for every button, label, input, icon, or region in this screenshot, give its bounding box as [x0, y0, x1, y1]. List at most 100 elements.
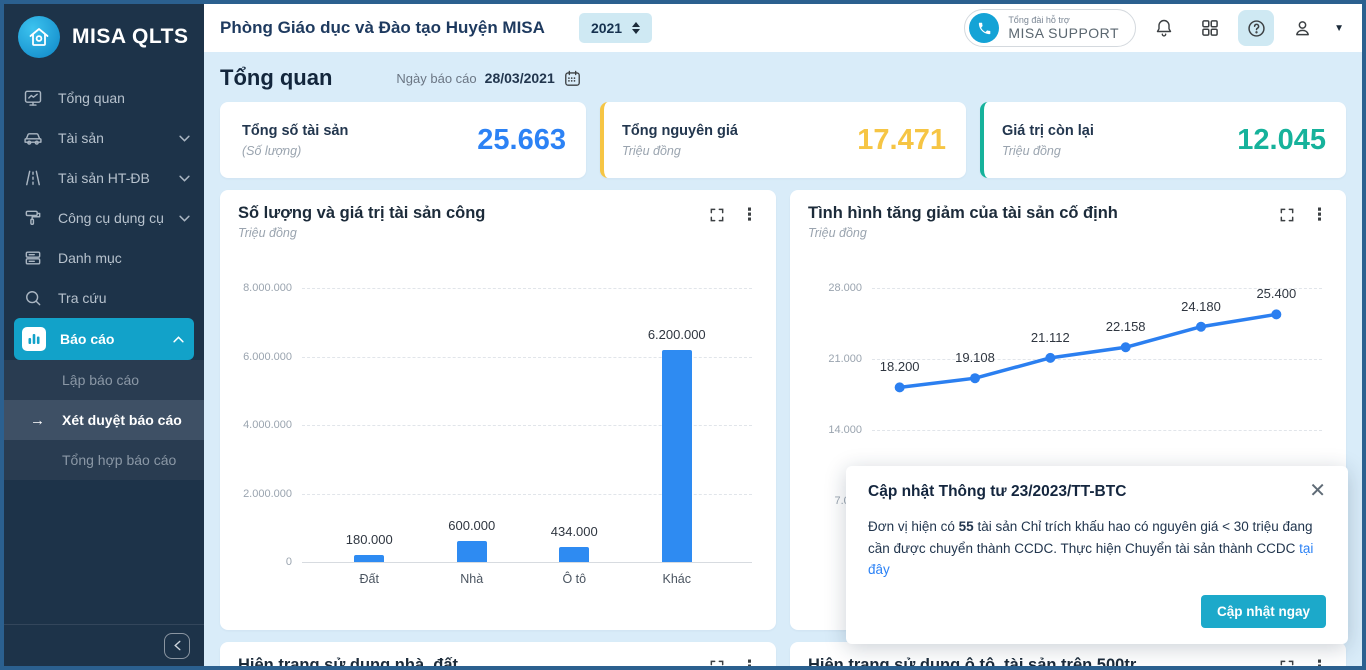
bar-value-label: 600.000 — [448, 518, 496, 534]
update-now-button[interactable]: Cập nhật ngay — [1200, 595, 1326, 628]
organization-title: Phòng Giáo dục và Đào tạo Huyện MISA — [220, 18, 545, 37]
y-axis-tick: 0 — [285, 556, 292, 568]
close-icon[interactable]: ✕ — [1301, 481, 1326, 503]
bar-Khác[interactable] — [661, 349, 692, 562]
stat-title: Tổng nguyên giá — [622, 122, 738, 139]
spinner-icon — [632, 22, 641, 34]
stat-subtitle: Triệu đồng — [622, 143, 681, 158]
stat-subtitle: Triệu đồng — [1002, 143, 1061, 158]
bar-Đất[interactable] — [354, 555, 385, 562]
chevron-up-icon — [173, 335, 184, 343]
sidebar-item-bao-cao[interactable]: Báo cáo — [14, 318, 194, 360]
help-icon[interactable] — [1238, 10, 1275, 46]
submenu-item-lap-bao-cao[interactable]: Lập báo cáo — [4, 360, 204, 400]
update-notification-popup: Cập nhật Thông tư 23/2023/TT-BTC ✕ Đơn v… — [846, 466, 1348, 644]
dashboard-content: Tổng quan Ngày báo cáo 28/03/2021 Tổng s… — [204, 52, 1362, 666]
report-date-group: Ngày báo cáo 28/03/2021 — [396, 69, 581, 88]
x-axis-tick: Đất — [359, 572, 379, 586]
x-axis-tick: Nhà — [460, 572, 484, 586]
app-logo[interactable]: MISA QLTS — [4, 4, 204, 72]
sidebar-item-tai-san-ht-db[interactable]: Tài sản HT-ĐB — [4, 158, 204, 198]
chart-title: Hiện trạng sử dụng nhà, đất — [238, 656, 459, 666]
sidebar-item-cong-cu-dung-cu[interactable]: Công cụ dụng cụ — [4, 198, 204, 238]
sidebar-item-label: Danh mục — [58, 250, 122, 266]
fullscreen-icon[interactable] — [709, 207, 725, 223]
fullscreen-icon[interactable] — [1279, 207, 1295, 223]
list-icon — [22, 248, 44, 268]
popup-asset-count: 55 — [958, 519, 974, 535]
more-options-icon[interactable]: ⋮ — [741, 658, 758, 666]
sidebar-footer — [4, 624, 204, 666]
apps-grid-icon[interactable] — [1192, 10, 1228, 46]
card-house-land-status: Hiện trạng sử dụng nhà, đất ⋮ — [220, 642, 776, 666]
point-value-label: 21.112 — [1030, 329, 1070, 345]
point-value-label: 18.200 — [879, 359, 920, 375]
submenu-item-xet-duyet-bao-cao[interactable]: → Xét duyệt báo cáo — [4, 400, 204, 440]
bar-chart-icon — [22, 327, 46, 351]
user-menu-caret-icon[interactable]: ▼ — [1330, 19, 1348, 38]
popup-message: Đơn vị hiện có 55 tài sản Chỉ trích khấu… — [868, 516, 1326, 581]
point-value-label: 25.400 — [1256, 286, 1297, 302]
sidebar-collapse-button[interactable] — [164, 632, 190, 659]
sidebar-item-danh-muc[interactable]: Danh mục — [4, 238, 204, 278]
year-selector[interactable]: 2021 — [578, 13, 653, 43]
report-date-label: Ngày báo cáo — [396, 70, 477, 86]
sidebar-nav: Tổng quan Tài sản Tài sản HT-ĐB Công cụ … — [4, 78, 204, 480]
gridline — [302, 288, 752, 289]
chart-title: Số lượng và giá trị tài sản công — [238, 204, 486, 222]
chevron-down-icon — [179, 135, 190, 142]
sidebar-item-label: Tra cứu — [58, 290, 107, 306]
stat-subtitle: (Số lượng) — [242, 143, 302, 158]
x-axis-tick: Khác — [662, 572, 692, 586]
fullscreen-icon[interactable] — [1279, 659, 1295, 667]
stat-value: 12.045 — [1237, 123, 1326, 156]
misa-support-badge[interactable]: Tổng đài hỗ trợ MISA SUPPORT — [964, 9, 1137, 47]
bar-chart: 0 2.000.000 4.000.000 6.000.000 8.000.000 180… — [238, 282, 758, 612]
sidebar-item-label: Báo cáo — [60, 331, 115, 347]
sidebar-item-tra-cuu[interactable]: Tra cứu — [4, 278, 204, 318]
user-icon[interactable] — [1284, 10, 1320, 46]
bar-Nhà[interactable] — [456, 541, 487, 562]
more-options-icon[interactable]: ⋮ — [741, 206, 758, 223]
stat-card-total-assets: Tổng số tài sản (Số lượng) 25.663 — [220, 102, 586, 178]
arrow-right-icon: → — [30, 411, 45, 429]
chevron-down-icon — [179, 175, 190, 182]
submenu-item-label: Tổng hợp báo cáo — [62, 452, 177, 468]
stat-card-remaining-value: Giá trị còn lại Triệu đồng 12.045 — [980, 102, 1346, 178]
phone-icon — [969, 13, 1000, 43]
chart-unit: Triệu đồng — [238, 226, 297, 240]
main-area: Phòng Giáo dục và Đào tạo Huyện MISA 202… — [204, 4, 1362, 666]
paint-roller-icon — [22, 208, 44, 228]
topbar: Phòng Giáo dục và Đào tạo Huyện MISA 202… — [204, 4, 1362, 52]
sidebar-item-tong-quan[interactable]: Tổng quan — [4, 78, 204, 118]
page-header: Tổng quan Ngày báo cáo 28/03/2021 — [220, 60, 1346, 96]
y-axis-tick: 4.000.000 — [243, 419, 292, 431]
submenu-item-tong-hop-bao-cao[interactable]: Tổng hợp báo cáo — [4, 440, 204, 480]
notification-bell-icon[interactable] — [1146, 10, 1182, 46]
year-value: 2021 — [590, 20, 623, 36]
stat-card-original-cost: Tổng nguyên giá Triệu đồng 17.471 — [600, 102, 966, 178]
more-options-icon[interactable]: ⋮ — [1311, 658, 1328, 666]
more-options-icon[interactable]: ⋮ — [1311, 206, 1328, 223]
stat-value: 25.663 — [477, 123, 566, 156]
sidebar-item-label: Công cụ dụng cụ — [58, 210, 164, 226]
misa-logo-icon — [18, 16, 60, 58]
y-axis-tick: 2.000.000 — [243, 487, 292, 500]
search-icon — [22, 288, 44, 308]
monitor-chart-icon — [22, 88, 44, 108]
bottom-cards-row: Hiện trạng sử dụng nhà, đất ⋮ Hiện trạng… — [220, 642, 1346, 666]
report-date-value: 28/03/2021 — [484, 70, 555, 86]
submenu-item-label: Lập báo cáo — [62, 372, 140, 388]
road-icon — [22, 168, 44, 188]
sidebar-item-tai-san[interactable]: Tài sản — [4, 118, 204, 158]
bar-Ô tô[interactable] — [559, 547, 590, 562]
sidebar-item-label: Tài sản — [58, 130, 104, 146]
calendar-icon[interactable] — [563, 69, 582, 88]
point-value-label: 19.108 — [955, 350, 995, 366]
popup-title: Cập nhật Thông tư 23/2023/TT-BTC — [868, 483, 1127, 501]
stat-title: Giá trị còn lại — [1002, 122, 1094, 139]
fullscreen-icon[interactable] — [709, 659, 725, 667]
chart-title: Hiện trạng sử dụng ô tô, tài sản trên 50… — [808, 656, 1137, 666]
stat-title: Tổng số tài sản — [242, 122, 349, 139]
stat-value: 17.471 — [857, 123, 946, 156]
